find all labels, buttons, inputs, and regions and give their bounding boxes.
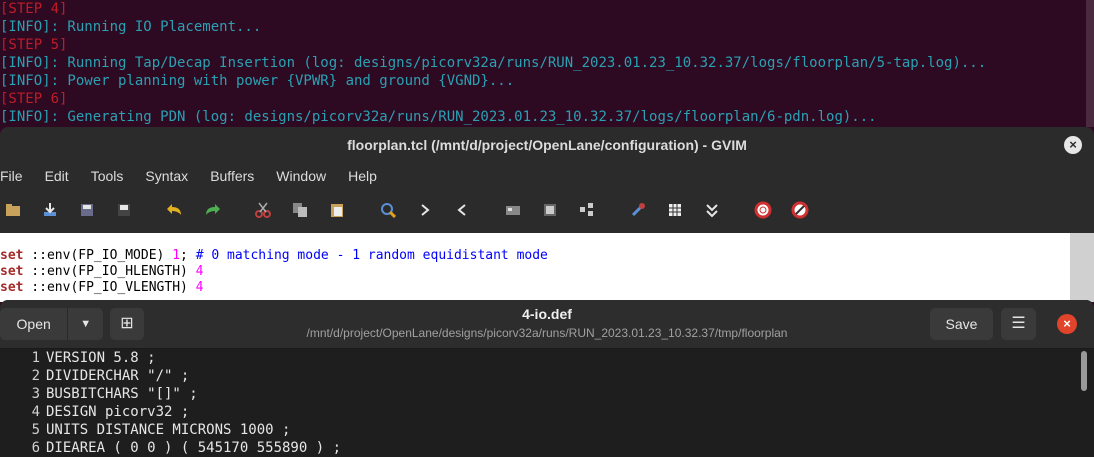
gedit-scrollbar[interactable] xyxy=(1081,351,1087,391)
terminal[interactable]: [STEP 4] [INFO]: Running IO Placement...… xyxy=(0,0,1086,127)
gvim-title: floorplan.tcl (/mnt/d/project/OpenLane/c… xyxy=(347,137,747,153)
find-replace-icon[interactable] xyxy=(379,201,397,219)
terminal-line: [STEP 6] xyxy=(0,91,68,107)
run-script-icon[interactable] xyxy=(578,201,596,219)
list-item: 5 UNITS DISTANCE MICRONS 1000 ; xyxy=(31,422,291,438)
gvim-toolbar xyxy=(0,189,1094,231)
code-line: set ::env(FP_IO_MODE) 1; # 0 matching mo… xyxy=(0,248,548,263)
make-icon[interactable] xyxy=(629,201,647,219)
gvim-scrollbar[interactable] xyxy=(1070,233,1094,302)
close-icon[interactable]: × xyxy=(1057,314,1077,334)
open-icon[interactable] xyxy=(4,201,22,219)
save-icon[interactable] xyxy=(41,201,59,219)
shell-icon[interactable] xyxy=(666,201,684,219)
terminal-line: [INFO]: Generating PDN (log: designs/pic… xyxy=(0,109,877,125)
find-prev-icon[interactable] xyxy=(453,201,471,219)
list-item: 1 VERSION 5.8 ; xyxy=(31,350,156,366)
list-item: 3 BUSBITCHARS "[]" ; xyxy=(31,386,198,402)
gvim-editor[interactable]: set ::env(FP_IO_MODE) 1; # 0 matching mo… xyxy=(0,233,1070,302)
help-icon[interactable] xyxy=(754,201,772,219)
terminal-line: [INFO]: Power planning with power {VPWR}… xyxy=(0,73,515,89)
find-help-icon[interactable] xyxy=(791,201,809,219)
load-session-icon[interactable] xyxy=(504,201,522,219)
menu-file[interactable]: File xyxy=(0,168,23,184)
menu-edit[interactable]: Edit xyxy=(45,168,69,184)
save-button[interactable]: Save xyxy=(930,308,993,340)
terminal-line: [STEP 4] xyxy=(0,1,68,17)
copy-icon[interactable] xyxy=(291,201,309,219)
list-item: 4 DESIGN picorv32 ; xyxy=(31,404,190,420)
terminal-line: [INFO]: Running Tap/Decap Insertion (log… xyxy=(0,55,987,71)
redo-icon[interactable] xyxy=(203,201,221,219)
list-item: 2 DIVIDERCHAR "/" ; xyxy=(31,368,190,384)
menu-tools[interactable]: Tools xyxy=(91,168,124,184)
gedit-headerbar[interactable]: Open ▼ ⊞ 4-io.def /mnt/d/project/OpenLan… xyxy=(0,300,1094,349)
paste-icon[interactable] xyxy=(328,201,346,219)
save-session-icon[interactable] xyxy=(541,201,559,219)
code-line: set ::env(FP_IO_HLENGTH) 4 xyxy=(0,264,204,279)
terminal-scrollbar[interactable] xyxy=(1086,0,1094,127)
find-next-icon[interactable] xyxy=(416,201,434,219)
hamburger-menu-icon[interactable]: ☰ xyxy=(1001,308,1036,340)
save-all-icon[interactable] xyxy=(78,201,96,219)
terminal-line: [INFO]: Running IO Placement... xyxy=(0,19,262,35)
menu-help[interactable]: Help xyxy=(348,168,377,184)
ctags-icon[interactable] xyxy=(703,201,721,219)
undo-icon[interactable] xyxy=(166,201,184,219)
code-line: set ::env(FP_IO_VLENGTH) 4 xyxy=(0,280,204,295)
terminal-line: [STEP 5] xyxy=(0,37,68,53)
gvim-window: floorplan.tcl (/mnt/d/project/OpenLane/c… xyxy=(0,127,1094,302)
gedit-editor[interactable]: 1 VERSION 5.8 ; 2 DIVIDERCHAR "/" ; 3 BUSBI… xyxy=(0,349,1094,457)
list-item: 6 DIEAREA ( 0 0 ) ( 545170 555890 ) ; xyxy=(31,440,342,456)
gvim-menubar: File Edit Tools Syntax Buffers Window He… xyxy=(0,163,1094,189)
gedit-window: Open ▼ ⊞ 4-io.def /mnt/d/project/OpenLan… xyxy=(0,300,1094,457)
gvim-titlebar[interactable]: floorplan.tcl (/mnt/d/project/OpenLane/c… xyxy=(0,127,1094,163)
cut-icon[interactable] xyxy=(254,201,272,219)
print-icon[interactable] xyxy=(115,201,133,219)
menu-window[interactable]: Window xyxy=(276,168,326,184)
menu-buffers[interactable]: Buffers xyxy=(210,168,254,184)
gvim-close-button[interactable]: × xyxy=(1064,136,1082,154)
menu-syntax[interactable]: Syntax xyxy=(145,168,188,184)
